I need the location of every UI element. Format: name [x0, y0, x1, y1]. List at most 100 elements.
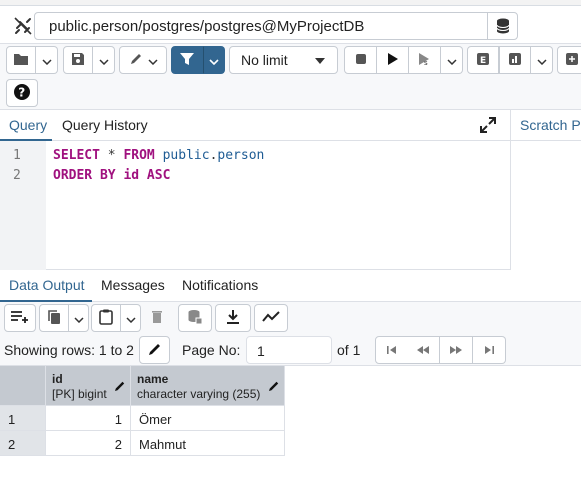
sql-token: *	[99, 148, 124, 163]
chevron-down-icon	[536, 52, 547, 68]
results-grid: id [PK] bigint name character varying (2…	[0, 366, 581, 492]
open-file-button[interactable]	[6, 46, 36, 74]
save-file-button[interactable]	[63, 46, 93, 74]
code-line-1: SELECT * FROM public.person	[53, 148, 264, 163]
edit-row-range-button[interactable]	[139, 336, 170, 364]
execute-script-button[interactable]: s	[408, 46, 441, 74]
filter-dropdown[interactable]	[203, 46, 225, 74]
page-total-label: of 1	[337, 342, 361, 358]
line-number: 2	[13, 168, 21, 183]
pencil-icon	[129, 52, 145, 69]
tab-scratch-pad[interactable]: Scratch P	[520, 117, 581, 133]
copy-button[interactable]	[39, 304, 69, 332]
execute-button[interactable]	[376, 46, 409, 74]
help-button[interactable]: ?	[6, 79, 38, 107]
trash-icon	[151, 310, 163, 327]
sql-token: public	[154, 148, 210, 163]
chevron-down-icon	[41, 52, 52, 68]
column-header-name[interactable]: name character varying (255)	[131, 366, 285, 406]
fast-forward-icon	[449, 342, 463, 358]
copy-dropdown[interactable]	[69, 304, 89, 332]
tab-query-history[interactable]: Query History	[62, 117, 148, 133]
save-data-icon	[187, 309, 203, 328]
tab-query[interactable]: Query	[9, 117, 47, 133]
filter-button[interactable]	[171, 46, 203, 74]
open-file-dropdown[interactable]	[36, 46, 58, 74]
tab-messages[interactable]: Messages	[101, 277, 165, 293]
add-row-button[interactable]	[4, 304, 36, 332]
download-button[interactable]	[215, 304, 251, 332]
row-number-cell[interactable]: 2	[0, 431, 46, 456]
column-name: name	[137, 372, 169, 386]
line-number: 1	[13, 148, 21, 163]
delete-row-button[interactable]	[144, 304, 170, 332]
grid-corner[interactable]	[0, 366, 46, 406]
caret-down-icon	[315, 58, 325, 64]
chevron-down-icon	[73, 310, 84, 326]
column-header-id[interactable]: id [PK] bigint	[46, 366, 131, 406]
divider	[511, 140, 581, 141]
table-cell-name[interactable]: Ömer	[131, 406, 285, 431]
row-limit-select[interactable]: No limit	[229, 46, 338, 74]
clipboard-icon	[99, 309, 113, 328]
last-page-button[interactable]	[473, 336, 506, 364]
folder-icon	[13, 52, 29, 69]
explain-button[interactable]: E	[467, 46, 499, 74]
pagination-bar: Showing rows: 1 to 2 Page No: 1 of 1	[0, 334, 581, 366]
row-number-cell[interactable]: 1	[0, 406, 46, 431]
tab-data-output[interactable]: Data Output	[9, 277, 85, 293]
save-data-button[interactable]	[178, 304, 212, 332]
previous-page-button[interactable]	[407, 336, 440, 364]
column-type: [PK] bigint	[52, 387, 107, 401]
filter-icon	[180, 52, 194, 69]
result-toolbar	[0, 302, 581, 334]
save-icon	[71, 52, 85, 69]
table-cell-id[interactable]: 2	[46, 431, 131, 456]
graph-visualiser-button[interactable]	[254, 304, 288, 332]
line-number-gutter: 1 2	[0, 141, 46, 270]
table-cell-name[interactable]: Mahmut	[131, 431, 285, 456]
add-row-icon	[10, 310, 30, 327]
cell-value: Ömer	[139, 412, 172, 427]
sql-editor[interactable]: 1 2 SELECT * FROM public.person ORDER BY…	[0, 141, 510, 270]
first-page-button[interactable]	[375, 336, 408, 364]
next-page-button[interactable]	[440, 336, 473, 364]
tab-notifications[interactable]: Notifications	[182, 277, 258, 293]
chevron-down-icon	[209, 52, 219, 68]
sql-token: ORDER BY id ASC	[53, 168, 171, 183]
commit-button[interactable]	[557, 46, 581, 74]
chevron-down-icon	[446, 52, 457, 68]
line-chart-icon	[262, 310, 280, 326]
row-number: 2	[8, 437, 16, 452]
save-file-dropdown[interactable]	[93, 46, 115, 74]
pencil-icon	[148, 342, 162, 359]
paste-button[interactable]	[91, 304, 121, 332]
explain-dropdown[interactable]	[531, 46, 553, 74]
row-limit-value: No limit	[241, 52, 288, 68]
copy-icon	[47, 309, 61, 328]
chart-icon	[508, 52, 522, 69]
explain-analyze-button[interactable]	[499, 46, 531, 74]
commit-icon	[565, 52, 579, 69]
expand-icon[interactable]	[479, 116, 497, 134]
play-icon	[387, 52, 399, 69]
page-number-input[interactable]: 1	[246, 336, 332, 364]
svg-text:s: s	[424, 59, 428, 66]
explain-e-icon: E	[476, 52, 490, 69]
cell-value: 2	[114, 437, 122, 452]
edit-button[interactable]	[119, 46, 167, 74]
stop-button[interactable]	[344, 46, 377, 74]
query-toolbar: No limit s E ?	[0, 44, 581, 110]
table-cell-id[interactable]: 1	[46, 406, 131, 431]
database-icon[interactable]	[487, 13, 517, 39]
download-icon	[226, 309, 240, 328]
connection-selector[interactable]: public.person/postgres/postgres@MyProjec…	[34, 12, 518, 40]
cell-value: 1	[114, 412, 122, 427]
execute-dropdown[interactable]	[441, 46, 463, 74]
scratch-pad-pane: Scratch P	[510, 110, 581, 270]
paste-dropdown[interactable]	[121, 304, 141, 332]
rewind-icon	[416, 342, 430, 358]
first-page-icon	[386, 342, 398, 358]
output-tab-bar: Data Output Messages Notifications	[0, 270, 581, 302]
sql-token: FROM	[123, 148, 155, 163]
